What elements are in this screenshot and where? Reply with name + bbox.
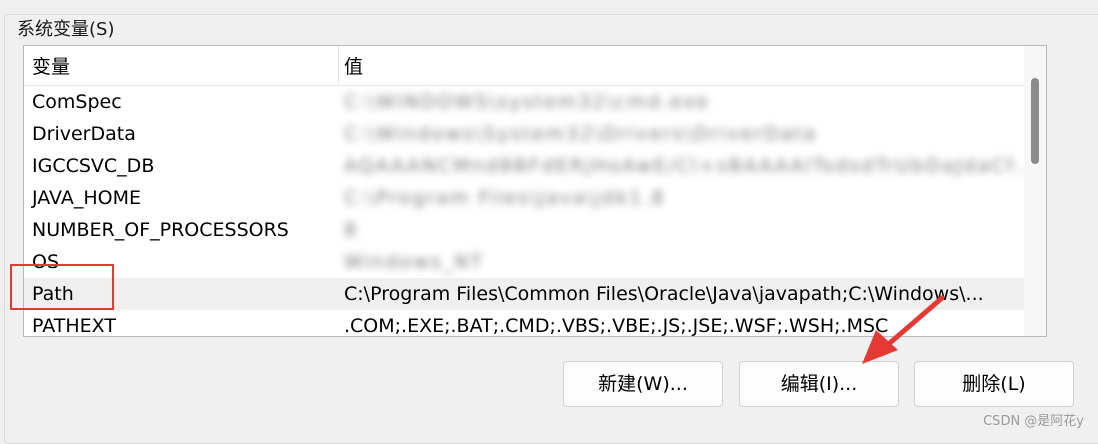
variable-name: DriverData [32,123,136,145]
path-annotation-box [10,264,114,310]
table-row[interactable]: OS Windows_NT [24,246,1046,278]
variable-value-obscured: C:\Windows\System32\Drivers\DriverData [344,123,818,145]
variable-value-obscured: AQAAANCMnd8BFdERjHoAwE/Cl+sBAAAAlTsdsdTr… [344,155,1038,177]
variable-value-obscured: 8 [344,219,359,241]
list-header: 变量 值 [24,46,1046,86]
edit-button[interactable]: 编辑(I)... [739,361,899,407]
delete-button[interactable]: 删除(L) [914,361,1074,407]
vertical-scrollbar[interactable] [1024,46,1046,336]
variable-value-obscured: C:\Program Files\Java\jdk1.8 [344,187,666,209]
new-button[interactable]: 新建(W)... [563,361,723,407]
column-header-variable[interactable]: 变量 [32,46,70,86]
variable-name: JAVA_HOME [32,187,141,209]
variable-value: .COM;.EXE;.BAT;.CMD;.VBS;.VBE;.JS;.JSE;.… [344,315,889,337]
table-row-path-selected[interactable]: Path C:\Program Files\Common Files\Oracl… [24,278,1046,310]
variable-name: NUMBER_OF_PROCESSORS [32,219,289,241]
watermark: CSDN @是阿花y [983,414,1084,429]
column-header-value[interactable]: 值 [344,46,363,86]
variable-name: ComSpec [32,91,122,113]
scrollbar-thumb[interactable] [1031,78,1039,164]
table-row[interactable]: ComSpec C:\WINDOWS\system32\cmd.exe [24,86,1046,118]
table-row[interactable]: DriverData C:\Windows\System32\Drivers\D… [24,118,1046,150]
table-row[interactable]: PATHEXT .COM;.EXE;.BAT;.CMD;.VBS;.VBE;.J… [24,310,1046,337]
variable-value: C:\Program Files\Common Files\Oracle\Jav… [344,283,984,305]
variable-name: IGCCSVC_DB [32,155,155,177]
table-row[interactable]: IGCCSVC_DB AQAAANCMnd8BFdERjHoAwE/Cl+sBA… [24,150,1046,182]
table-row[interactable]: NUMBER_OF_PROCESSORS 8 [24,214,1046,246]
column-divider[interactable] [338,46,339,86]
variable-name: PATHEXT [32,315,116,337]
system-variables-list[interactable]: 变量 值 ComSpec C:\WINDOWS\system32\cmd.exe… [23,45,1047,337]
variable-value-obscured: Windows_NT [344,251,485,273]
variable-value-obscured: C:\WINDOWS\system32\cmd.exe [344,91,710,113]
table-row[interactable]: JAVA_HOME C:\Program Files\Java\jdk1.8 [24,182,1046,214]
group-title: 系统变量(S) [13,17,119,43]
